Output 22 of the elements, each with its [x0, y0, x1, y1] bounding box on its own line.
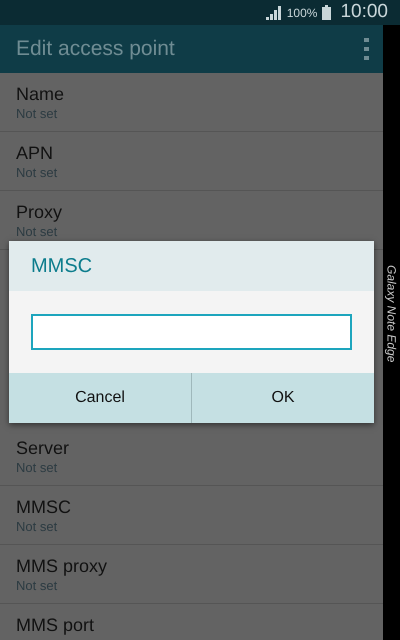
setting-title: MMS port — [16, 614, 96, 636]
signal-icon — [266, 6, 282, 20]
setting-value: Not set — [16, 459, 58, 477]
setting-title: APN — [16, 142, 54, 164]
dialog-title: MMSC — [31, 254, 92, 279]
setting-title: MMS proxy — [16, 555, 108, 577]
screen-title: Edit access point — [16, 36, 175, 62]
setting-title: Name — [16, 83, 66, 105]
setting-value: Not set — [16, 164, 58, 182]
setting-title: Proxy — [16, 201, 64, 223]
setting-value: Not set — [16, 105, 58, 123]
setting-title: Server — [16, 437, 70, 459]
setting-title: MMSC — [16, 496, 72, 518]
setting-value: Not set — [16, 223, 58, 241]
overflow-menu-icon[interactable] — [364, 38, 369, 60]
clock-time: 10:00 — [340, 0, 388, 24]
setting-value: Not set — [16, 577, 58, 595]
battery-icon — [322, 5, 332, 20]
edge-screen-label: Galaxy Note Edge — [384, 265, 400, 364]
input-field[interactable] — [31, 314, 352, 350]
battery-percent: 100% — [286, 4, 318, 22]
setting-value: Not set — [16, 518, 58, 536]
